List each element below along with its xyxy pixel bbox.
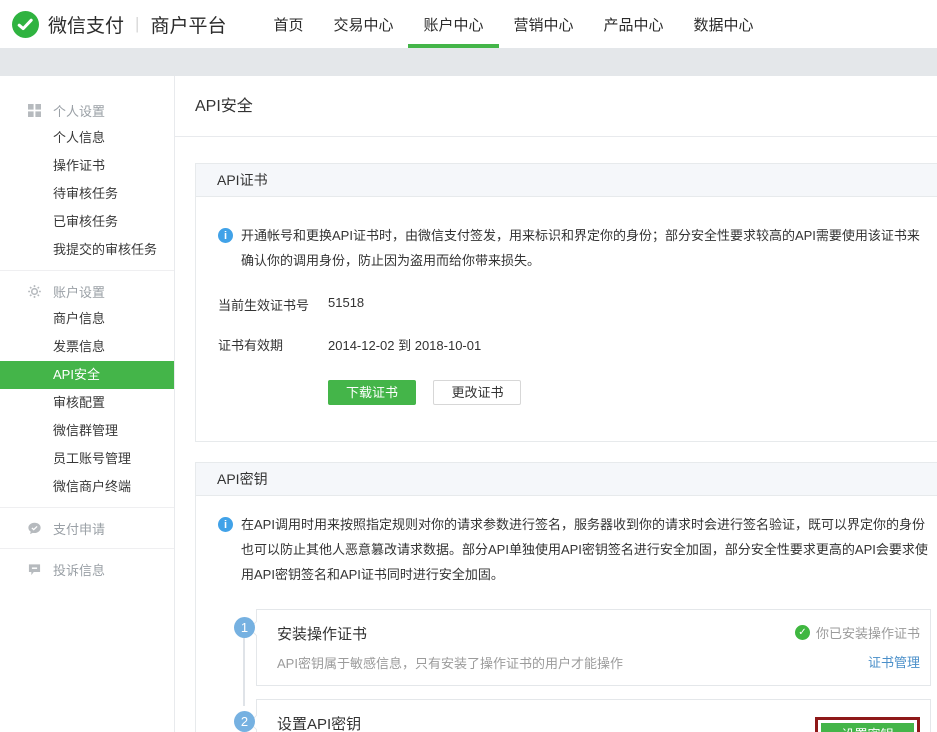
sidebar-item-wechat-group-mgmt[interactable]: 微信群管理 [0, 417, 174, 445]
sidebar-item-staff-account-mgmt[interactable]: 员工账号管理 [0, 445, 174, 473]
sidebar-item-pending-review-tasks[interactable]: 待审核任务 [0, 180, 174, 208]
merchant-platform-window: 微信支付 | 商户平台 首页 交易中心 账户中心 营销中心 产品中心 数据中心 [0, 0, 937, 732]
sidebar-item-reviewed-tasks[interactable]: 已审核任务 [0, 208, 174, 236]
sidebar-header-label: 支付申请 [53, 521, 106, 537]
header-gray-band [0, 48, 937, 76]
cert-validity-label: 证书有效期 [218, 338, 284, 353]
api-key-steps: 1 安装操作证书 API密钥属于敏感信息，只有安装了操作证书的用户才能操作 ✓ [218, 609, 937, 732]
grid-icon [28, 103, 41, 117]
sidebar-item-personal-info[interactable]: 个人信息 [0, 124, 174, 152]
set-api-key-button[interactable]: 设置密钥 [821, 723, 914, 732]
api-key-panel: API密钥 i 在API调用时用来按照指定规则对你的请求参数进行签名，服务器收到… [195, 462, 937, 732]
step-2-card: 设置API密钥 API密钥属于敏感信息，请妥善保管不要泄露，如果怀疑信息泄露，请… [256, 699, 931, 732]
sidebar-item-wechat-merchant-terminal[interactable]: 微信商户终端 [0, 473, 174, 501]
sidebar-item-merchant-info[interactable]: 商户信息 [0, 305, 174, 333]
sidebar-header-complaint-info[interactable]: 投诉信息 [0, 555, 174, 583]
brand-subtitle: 商户平台 [150, 15, 227, 37]
certificate-management-link[interactable]: 证书管理 [868, 652, 920, 671]
step-install-cert: 1 安装操作证书 API密钥属于敏感信息，只有安装了操作证书的用户才能操作 ✓ [218, 609, 937, 686]
sidebar-item-operation-cert[interactable]: 操作证书 [0, 152, 174, 180]
step-2-title: 设置API密钥 [277, 716, 362, 732]
sidebar-section-payment-application: 支付申请 [0, 508, 174, 549]
sidebar-item-review-config[interactable]: 审核配置 [0, 389, 174, 417]
sidebar-item-invoice-info[interactable]: 发票信息 [0, 333, 174, 361]
top-bar: 微信支付 | 商户平台 首页 交易中心 账户中心 营销中心 产品中心 数据中心 [0, 0, 937, 48]
sidebar-header-label: 个人设置 [53, 103, 106, 119]
sidebar-header-payment-application[interactable]: 支付申请 [0, 514, 174, 542]
check-circle-icon: ✓ [794, 625, 810, 640]
step-set-api-key: 2 设置API密钥 API密钥属于敏感信息，请妥善保管不要泄露，如果怀疑信息泄露… [218, 699, 937, 732]
step-2-badge: 2 [234, 711, 255, 732]
step-1-description: API密钥属于敏感信息，只有安装了操作证书的用户才能操作 [277, 656, 623, 671]
change-certificate-button[interactable]: 更改证书 [433, 380, 522, 405]
api-key-info-note: i 在API调用时用来按照指定规则对你的请求参数进行签名，服务器收到你的请求时会… [218, 512, 937, 587]
sidebar-header-personal-settings[interactable]: 个人设置 [0, 96, 174, 124]
cert-installed-status-text: 你已安装操作证书 [815, 626, 920, 641]
sidebar-item-api-security[interactable]: API安全 [0, 361, 174, 389]
certificate-info-text: 开通帐号和更换API证书时，由微信支付签发，用来标识和界定你的身份；部分安全性要… [241, 228, 920, 268]
sidebar-item-my-submitted-tasks[interactable]: 我提交的审核任务 [0, 236, 174, 264]
nav-account-center[interactable]: 账户中心 [408, 0, 499, 48]
wechat-pay-logo-icon [12, 10, 39, 38]
info-icon: i [218, 228, 233, 243]
certificate-buttons: 下载证书 更改证书 [328, 375, 929, 441]
api-certificate-panel: API证书 i 开通帐号和更换API证书时，由微信支付签发，用来标识和界定你的身… [195, 163, 937, 442]
nav-data-center[interactable]: 数据中心 [679, 0, 769, 48]
cert-number-row: 当前生效证书号 51518 [218, 295, 929, 314]
api-key-panel-title: API密钥 [196, 463, 937, 496]
nav-marketing-center[interactable]: 营销中心 [499, 0, 589, 48]
download-certificate-button[interactable]: 下载证书 [328, 380, 417, 405]
sidebar-section-personal: 个人设置 个人信息 操作证书 待审核任务 已审核任务 我提交的审核任务 [0, 76, 174, 271]
sidebar: 个人设置 个人信息 操作证书 待审核任务 已审核任务 我提交的审核任务 账户设置… [0, 76, 175, 732]
cert-number-label: 当前生效证书号 [218, 298, 310, 313]
chat-check-icon [28, 522, 41, 535]
cert-validity-row: 证书有效期 2014-12-02 到 2018-10-01 [218, 335, 929, 354]
top-nav: 首页 交易中心 账户中心 营销中心 产品中心 数据中心 [258, 0, 768, 48]
brand-title: 微信支付 [48, 15, 125, 37]
page-title: API安全 [175, 76, 937, 137]
nav-transaction-center[interactable]: 交易中心 [318, 0, 408, 48]
nav-product-center[interactable]: 产品中心 [589, 0, 679, 48]
sidebar-header-account-settings[interactable]: 账户设置 [0, 277, 174, 305]
step-1-title: 安装操作证书 [277, 626, 368, 643]
main-content: API安全 API证书 i 开通帐号和更换API证书时，由微信支付签发，用来标识… [175, 76, 937, 732]
cert-number-value: 51518 [328, 295, 365, 310]
cert-installed-status: ✓ 你已安装操作证书 [794, 623, 920, 642]
step-1-badge: 1 [234, 617, 255, 638]
speech-bubble-icon [28, 563, 41, 576]
set-key-highlight-annotation: 设置密钥 [815, 717, 920, 732]
api-certificate-panel-title: API证书 [196, 164, 937, 197]
certificate-info-note: i 开通帐号和更换API证书时，由微信支付签发，用来标识和界定你的身份；部分安全… [218, 223, 929, 273]
sidebar-header-label: 账户设置 [53, 284, 106, 300]
api-key-info-text: 在API调用时用来按照指定规则对你的请求参数进行签名，服务器收到你的请求时会进行… [241, 517, 928, 582]
sidebar-header-label: 投诉信息 [53, 562, 106, 578]
sidebar-section-complaint: 投诉信息 [0, 549, 174, 589]
sidebar-section-account: 账户设置 商户信息 发票信息 API安全 审核配置 微信群管理 员工账号管理 微… [0, 271, 174, 508]
cert-validity-value: 2014-12-02 到 2018-10-01 [328, 338, 482, 353]
nav-home[interactable]: 首页 [258, 0, 318, 48]
step-1-card: 安装操作证书 API密钥属于敏感信息，只有安装了操作证书的用户才能操作 ✓ 你已… [256, 609, 931, 686]
gear-icon [28, 284, 41, 298]
brand-divider: | [135, 14, 140, 33]
info-icon: i [218, 517, 233, 532]
